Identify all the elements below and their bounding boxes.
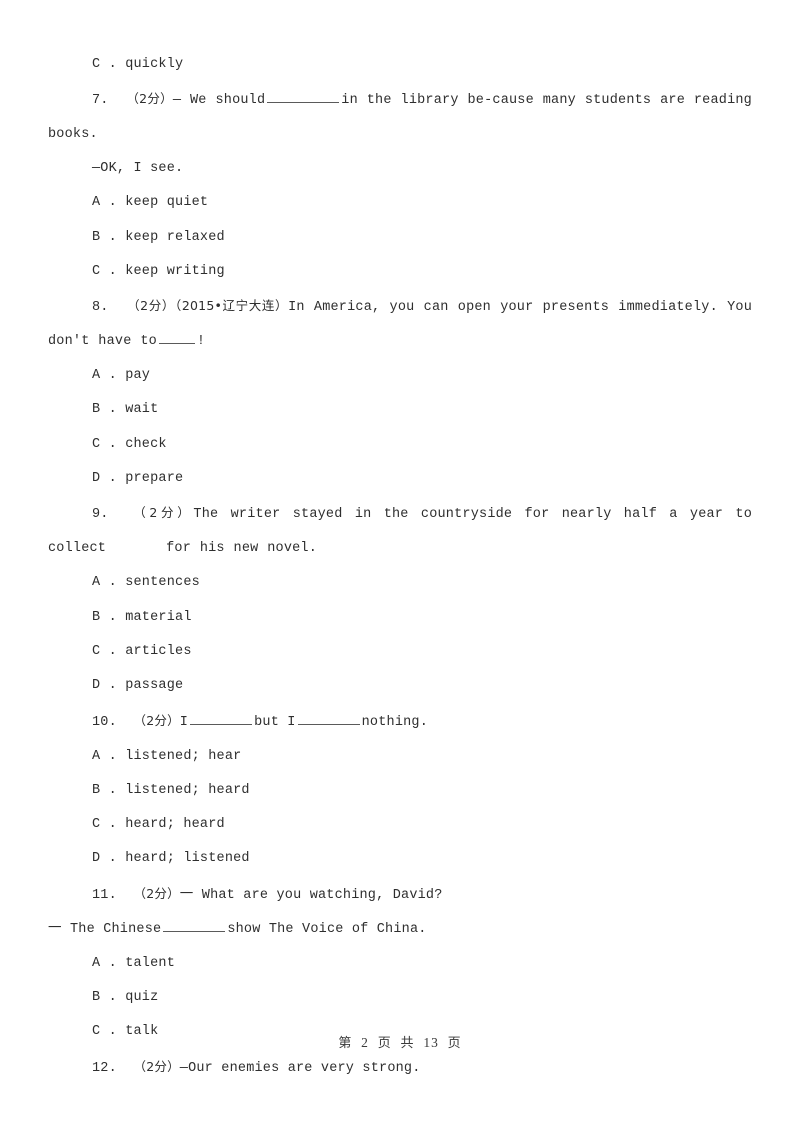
- document-page: C . quickly 7. （2分）— We should in the lib…: [0, 0, 800, 1132]
- question-stem-part2: but I: [254, 714, 296, 730]
- question-stem-12: 12. （2分）—Our enemies are very strong.: [48, 1050, 752, 1086]
- fill-blank[interactable]: [267, 89, 340, 104]
- question-points: （2分）: [133, 712, 180, 728]
- question-stem-9: 9. （2分）The writer stayed in the countrys…: [48, 496, 752, 566]
- question-number: 8.: [92, 300, 109, 316]
- option-row: A . talent: [92, 955, 176, 971]
- option-row: C . quickly: [92, 57, 184, 72]
- question-stem-10: 10. （2分）I but I nothing.: [48, 704, 752, 740]
- option-row: C . keep writing: [92, 263, 225, 279]
- question-source: （2015•辽宁大连）: [175, 298, 289, 314]
- option-row: A . keep quiet: [92, 195, 209, 211]
- question-stem-part3: nothing.: [361, 714, 429, 730]
- question-points: （2分）: [127, 298, 175, 314]
- option-row: C . heard; heard: [92, 817, 225, 833]
- option-row: A . pay: [92, 368, 151, 384]
- reply-after: show The Voice of China.: [227, 921, 427, 937]
- question-number: 10.: [92, 714, 117, 730]
- option-row: C . articles: [92, 643, 192, 659]
- question-stem-before: 一 What are you watching, David?: [179, 887, 443, 903]
- footer-total-pages: 13: [423, 1035, 439, 1050]
- option-row: B . material: [92, 609, 192, 625]
- fill-blank[interactable]: [297, 711, 360, 725]
- question-points: （2分）: [133, 1058, 180, 1074]
- option-row: B . listened; heard: [92, 782, 250, 798]
- footer-page-unit: 页: [377, 1036, 392, 1051]
- question-stem-before: —Our enemies are very strong.: [179, 1060, 421, 1076]
- question-stem-8: 8. （2分）（2015•辽宁大连）In America, you can op…: [48, 289, 752, 359]
- question-stem-after: !: [196, 334, 206, 350]
- option-row: B . wait: [92, 402, 159, 418]
- fill-blank[interactable]: [158, 330, 195, 345]
- question-points: （2分）: [133, 505, 194, 521]
- fill-blank[interactable]: [190, 711, 253, 725]
- footer-page-prefix: 第: [338, 1036, 353, 1051]
- reply-before: 一 The Chinese: [48, 921, 162, 937]
- page-footer: 第 2 页 共 13 页: [0, 1032, 800, 1051]
- question-number: 9.: [92, 507, 109, 523]
- question-stem-before: — We should: [172, 93, 266, 109]
- question-stem-7: 7. （2分）— We should in the library be-caus…: [48, 82, 752, 152]
- question-stem-11: 11. （2分）一 What are you watching, David?: [48, 877, 752, 913]
- option-row: B . keep relaxed: [92, 229, 225, 245]
- dialogue-reply-11: 一 The Chinese show The Voice of China.: [48, 913, 752, 947]
- question-number: 11.: [92, 887, 117, 903]
- question-stem-part1: I: [179, 714, 189, 730]
- footer-page-number: 2: [361, 1035, 369, 1050]
- question-points: （2分）: [126, 91, 173, 107]
- option-row: D . heard; listened: [92, 851, 250, 867]
- question-number: 7.: [92, 93, 109, 109]
- question-points: （2分）: [133, 885, 180, 901]
- option-row: A . sentences: [92, 575, 200, 591]
- page-content: C . quickly 7. （2分）— We should in the lib…: [48, 48, 752, 1086]
- option-row: D . passage: [92, 678, 184, 694]
- dialogue-reply-7: —OK, I see.: [92, 161, 184, 177]
- footer-total-prefix: 共: [400, 1036, 415, 1051]
- option-row: C . check: [92, 436, 167, 452]
- fill-blank[interactable]: [163, 918, 226, 932]
- question-stem-after: for his new novel.: [166, 541, 318, 557]
- option-row: A . listened; hear: [92, 748, 242, 764]
- option-row: D . prepare: [92, 471, 184, 487]
- question-number: 12.: [92, 1060, 117, 1076]
- footer-total-unit: 页: [447, 1036, 462, 1051]
- option-row: B . quiz: [92, 990, 159, 1006]
